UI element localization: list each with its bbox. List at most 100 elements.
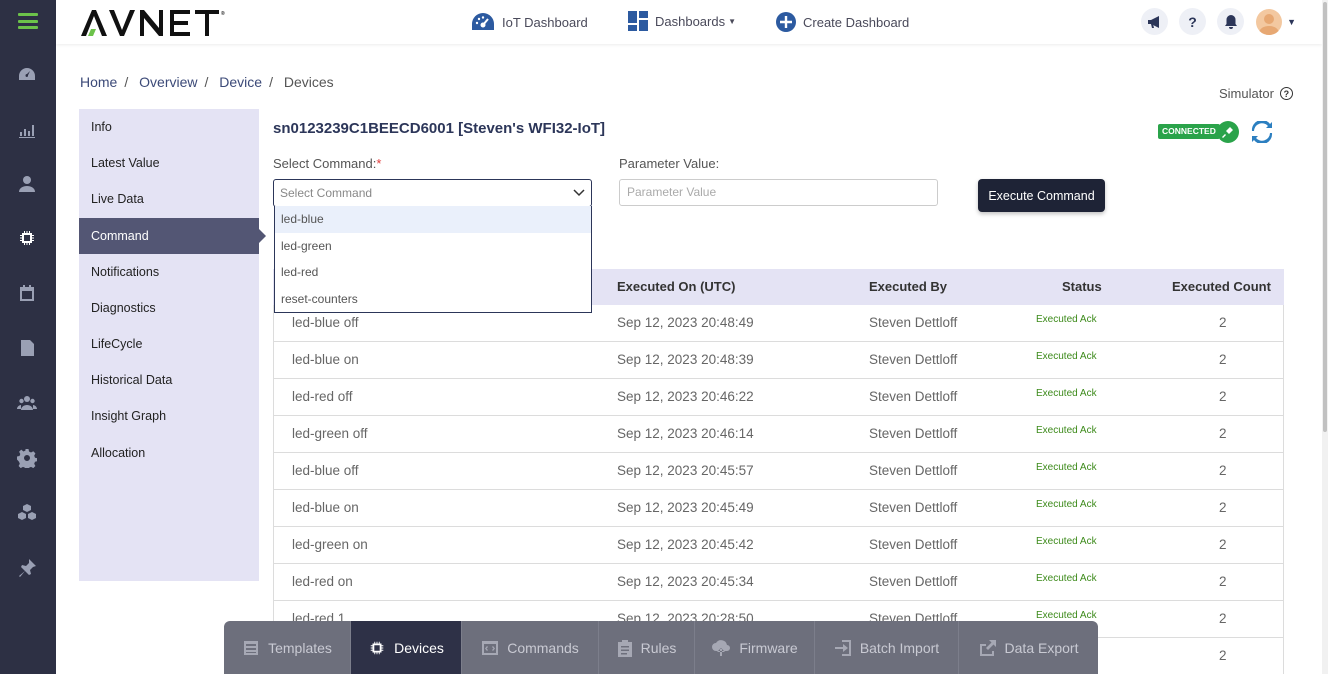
command-option[interactable]: led-green — [275, 233, 591, 260]
export-icon — [979, 639, 996, 656]
templates-icon — [244, 640, 259, 655]
notification-bell-icon[interactable] — [1217, 8, 1245, 35]
status-cell: Executed Ack — [1036, 388, 1097, 399]
count-cell: 2 — [1219, 537, 1227, 552]
status-cell: Executed Ack — [1036, 425, 1097, 436]
side-menu-item-diagnostics[interactable]: Diagnostics — [79, 290, 259, 326]
status-cell: Executed Ack — [1036, 462, 1097, 473]
refresh-icon[interactable] — [1250, 119, 1274, 145]
executed-by-cell: Steven Dettloff — [869, 389, 958, 404]
user-avatar[interactable] — [1256, 8, 1283, 35]
breadcrumb-home[interactable]: Home — [80, 74, 117, 90]
executed-on-cell: Sep 12, 2023 20:48:39 — [617, 352, 754, 367]
device-chip-icon[interactable] — [16, 227, 38, 249]
executed-by-cell: Steven Dettloff — [869, 537, 958, 552]
side-menu-item-historical-data[interactable]: Historical Data — [79, 362, 259, 398]
dashboards-grid-icon — [628, 11, 648, 31]
count-cell: 2 — [1219, 611, 1227, 626]
column-header-executed-on[interactable]: Executed On (UTC) — [617, 269, 735, 305]
executed-by-cell: Steven Dettloff — [869, 426, 958, 441]
dock-item-rules[interactable]: Rules — [599, 621, 695, 674]
settings-gear-icon[interactable] — [16, 447, 38, 469]
help-icon[interactable]: ? — [1179, 8, 1207, 35]
executed-on-cell: Sep 12, 2023 20:45:34 — [617, 574, 754, 589]
command-cell: led-green off — [292, 426, 368, 441]
command-cell: led-blue on — [292, 352, 359, 367]
help-icon[interactable]: ? — [1279, 87, 1293, 100]
status-cell: Executed Ack — [1036, 351, 1097, 362]
report-document-icon[interactable] — [16, 337, 38, 359]
breadcrumb-separator: / — [124, 74, 129, 90]
chevron-down-icon[interactable]: ▼ — [1287, 17, 1296, 27]
column-header-status[interactable]: Status — [1062, 269, 1102, 305]
select-command-label: Select Command:* — [273, 156, 382, 171]
pin-tool-icon[interactable] — [16, 557, 38, 579]
simulator-link[interactable]: Simulator ? — [1219, 86, 1293, 101]
dock-item-commands[interactable]: Commands — [462, 621, 599, 674]
side-menu-item-insight-graph[interactable]: Insight Graph — [79, 398, 259, 434]
dock-item-devices[interactable]: Devices — [351, 621, 462, 674]
breadcrumb-overview[interactable]: Overview — [139, 74, 197, 90]
dashboard-gauge-icon — [472, 13, 494, 30]
page-scrollbar[interactable] — [1322, 0, 1328, 674]
breadcrumb-device[interactable]: Device — [219, 74, 262, 90]
boxes-icon[interactable] — [16, 502, 38, 524]
column-header-executed-by[interactable]: Executed By — [869, 269, 947, 305]
table-row: led-blue off Sep 12, 2023 20:45:57 Steve… — [273, 453, 1284, 490]
side-menu-item-lifecycle[interactable]: LifeCycle — [79, 326, 259, 362]
analytics-chart-icon[interactable] — [16, 119, 38, 141]
dock-item-data-export[interactable]: Data Export — [959, 621, 1098, 674]
select-command-dropdown[interactable]: Select Command — [273, 179, 592, 207]
breadcrumb-separator: / — [269, 74, 273, 90]
side-menu-item-info[interactable]: Info — [79, 109, 259, 145]
device-chip-icon — [370, 641, 384, 654]
command-option[interactable]: led-blue — [275, 206, 591, 233]
table-row: led-green on Sep 12, 2023 20:45:42 Steve… — [273, 527, 1284, 564]
dashboard-gauge-icon[interactable] — [16, 64, 38, 86]
svg-text:®: ® — [221, 10, 228, 17]
dock-label: Rules — [640, 639, 677, 656]
count-cell: 2 — [1219, 352, 1227, 367]
chevron-down-icon: ▼ — [728, 16, 737, 26]
side-menu-item-latest-value[interactable]: Latest Value — [79, 145, 259, 181]
top-right-icons: ? ▼ — [1130, 8, 1296, 35]
count-cell: 2 — [1219, 426, 1227, 441]
executed-on-cell: Sep 12, 2023 20:46:22 — [617, 389, 754, 404]
command-option[interactable]: led-red — [275, 259, 591, 286]
status-cell: Executed Ack — [1036, 610, 1097, 621]
count-cell: 2 — [1219, 463, 1227, 478]
select-command-placeholder: Select Command — [280, 186, 373, 200]
hamburger-menu-icon[interactable] — [18, 13, 38, 29]
plug-icon[interactable] — [1217, 121, 1239, 143]
command-option[interactable]: reset-counters — [275, 286, 591, 313]
table-row: led-green off Sep 12, 2023 20:46:14 Stev… — [273, 416, 1284, 453]
table-row: led-red off Sep 12, 2023 20:46:22 Steven… — [273, 379, 1284, 416]
column-header-executed-count[interactable]: Executed Count — [1172, 269, 1271, 305]
dock-item-firmware[interactable]: Firmware — [695, 621, 815, 674]
bottom-dock: Templates Devices Commands Rules Firmwar… — [224, 621, 1098, 674]
user-icon[interactable] — [16, 173, 38, 195]
count-cell: 2 — [1219, 315, 1227, 330]
users-group-icon[interactable] — [16, 392, 38, 414]
chevron-down-icon — [573, 189, 585, 197]
dashboards-dropdown[interactable]: Dashboards ▼ — [627, 10, 736, 32]
iot-dashboard-link[interactable]: IoT Dashboard — [470, 11, 588, 33]
parameter-value-input[interactable]: Parameter Value — [619, 179, 938, 206]
parameter-value-label: Parameter Value: — [619, 156, 720, 171]
dock-item-templates[interactable]: Templates — [224, 621, 351, 674]
side-menu-item-allocation[interactable]: Allocation — [79, 435, 259, 471]
breadcrumb-current: Devices — [283, 74, 334, 90]
dock-label: Devices — [394, 639, 444, 656]
create-dashboard-link[interactable]: Create Dashboard — [775, 11, 909, 33]
avnet-logo-mark: ® — [81, 10, 228, 36]
side-menu-item-command[interactable]: Command — [79, 218, 266, 254]
executed-on-cell: Sep 12, 2023 20:45:57 — [617, 463, 754, 478]
dock-label: Commands — [507, 639, 579, 656]
calendar-icon[interactable] — [16, 282, 38, 304]
side-menu-item-notifications[interactable]: Notifications — [79, 254, 259, 290]
cloud-upload-icon — [712, 639, 731, 656]
side-menu-item-live-data[interactable]: Live Data — [79, 181, 259, 217]
megaphone-icon[interactable] — [1141, 8, 1169, 35]
dock-item-batch-import[interactable]: Batch Import — [815, 621, 959, 674]
execute-command-button[interactable]: Execute Command — [978, 179, 1105, 212]
